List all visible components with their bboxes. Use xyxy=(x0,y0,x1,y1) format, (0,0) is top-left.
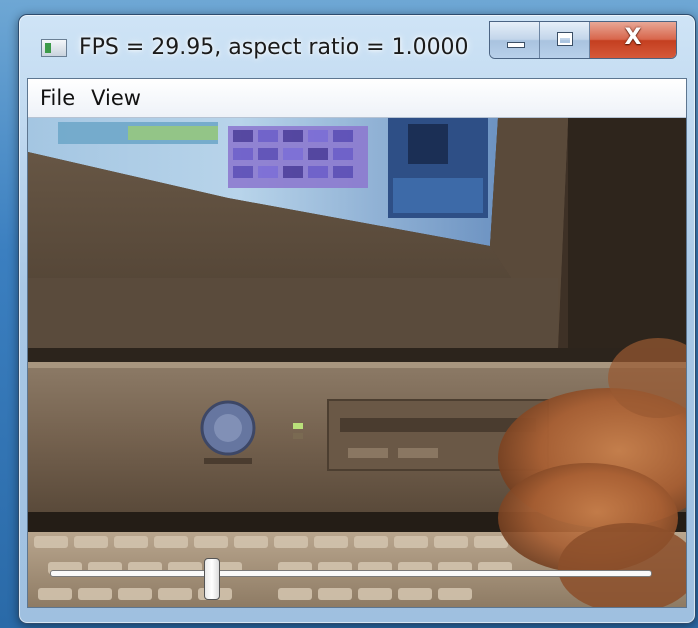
menu-bar: File View xyxy=(28,79,686,118)
video-frame xyxy=(28,118,686,607)
menu-file[interactable]: File xyxy=(28,79,89,117)
position-trackbar[interactable] xyxy=(50,558,652,600)
video-window-icon[interactable] xyxy=(41,39,67,57)
minimize-button[interactable] xyxy=(490,22,540,58)
maximize-button[interactable] xyxy=(540,22,590,58)
client-area: File View xyxy=(27,78,687,608)
webcam-frame-image xyxy=(28,118,686,607)
menu-view[interactable]: View xyxy=(89,79,155,117)
window-title: FPS = 29.95, aspect ratio = 1.0000 xyxy=(79,35,469,60)
trackbar-track[interactable] xyxy=(50,570,652,577)
title-bar[interactable]: FPS = 29.95, aspect ratio = 1.0000 X xyxy=(19,15,695,77)
trackbar-thumb[interactable] xyxy=(204,558,220,600)
caption-buttons: X xyxy=(489,21,677,59)
minimize-icon xyxy=(507,42,525,48)
video-player-window: FPS = 29.95, aspect ratio = 1.0000 X Fil… xyxy=(18,14,696,624)
maximize-icon xyxy=(557,32,573,46)
close-icon: X xyxy=(624,25,642,50)
close-button[interactable]: X xyxy=(590,22,676,58)
